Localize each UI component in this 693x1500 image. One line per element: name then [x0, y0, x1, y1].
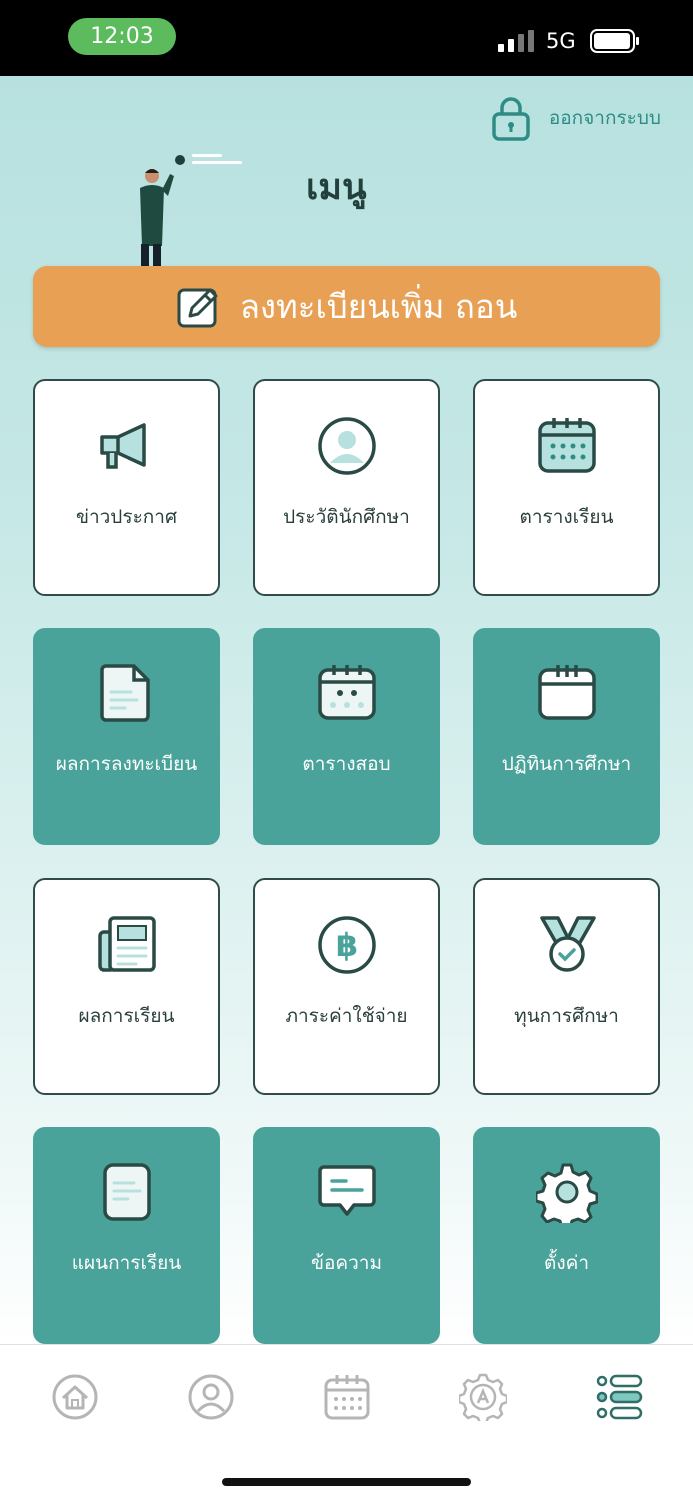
academic-calendar-icon [536, 662, 598, 724]
logout-button[interactable]: ออกจากระบบ [491, 94, 661, 142]
status-bar: 12:03 5G [0, 0, 693, 76]
tile-grades[interactable]: ผลการเรียน [33, 878, 220, 1095]
exam-calendar-icon [316, 662, 378, 724]
tile-messages[interactable]: ข้อความ [253, 1127, 440, 1344]
person-illustration [140, 154, 242, 266]
signal-icon [498, 30, 534, 52]
tile-study-plan[interactable]: แผนการเรียน [33, 1127, 220, 1344]
gear-icon [534, 1161, 598, 1230]
register-add-drop-button[interactable]: ลงทะเบียนเพิ่ม ถอน [33, 266, 660, 347]
nav-menu[interactable] [595, 1373, 643, 1421]
edit-icon [177, 288, 218, 327]
medal-icon [536, 914, 598, 976]
document-icon [96, 662, 158, 724]
tile-label: แผนการเรียน [71, 1252, 182, 1274]
menu-screen: ออกจากระบบ เมนู ลงทะเบียนเพิ่ม ถอน ข่าวป… [0, 76, 693, 1344]
newspaper-icon [96, 914, 158, 976]
tile-expenses[interactable]: ฿ ภาระค่าใช้จ่าย [253, 878, 440, 1095]
study-plan-icon [96, 1161, 158, 1223]
tile-label: ข้อความ [311, 1252, 382, 1274]
nav-calendar[interactable] [323, 1373, 371, 1421]
lock-icon [492, 97, 530, 141]
tile-label: ทุนการศึกษา [514, 1005, 619, 1027]
home-indicator [222, 1478, 471, 1486]
calendar-icon [536, 415, 598, 477]
tile-label: ตั้งค่า [544, 1252, 589, 1274]
tile-label: ปฏิทินการศึกษา [501, 753, 632, 775]
megaphone-icon [96, 415, 158, 477]
tile-label: ผลการเรียน [78, 1005, 175, 1027]
nav-grades[interactable] [457, 1373, 509, 1425]
tile-label: ผลการลงทะเบียน [55, 753, 198, 775]
profile-icon [188, 1374, 234, 1420]
tile-label: ตารางสอบ [302, 753, 391, 775]
page-title: เมนู [306, 167, 367, 208]
tile-announcements[interactable]: ข่าวประกาศ [33, 379, 220, 596]
tile-student-profile[interactable]: ประวัตินักศึกษา [253, 379, 440, 596]
tile-registration-results[interactable]: ผลการลงทะเบียน [33, 628, 220, 845]
tile-label: ประวัตินักศึกษา [283, 506, 410, 528]
tile-exam-schedule[interactable]: ตารางสอบ [253, 628, 440, 845]
nav-home[interactable] [51, 1373, 99, 1421]
tile-settings[interactable]: ตั้งค่า [473, 1127, 660, 1344]
tile-academic-calendar[interactable]: ปฏิทินการศึกษา [473, 628, 660, 845]
logout-label: ออกจากระบบ [548, 107, 661, 129]
nav-profile[interactable] [187, 1373, 235, 1421]
tile-label: ภาระค่าใช้จ่าย [285, 1005, 408, 1027]
baht-coin-icon: ฿ [316, 914, 378, 976]
tile-label: ตารางเรียน [519, 506, 614, 528]
home-icon [52, 1374, 98, 1420]
grade-badge-icon [457, 1373, 509, 1425]
message-icon [316, 1161, 378, 1223]
tile-scholarships[interactable]: ทุนการศึกษา [473, 878, 660, 1095]
menu-list-icon [596, 1374, 643, 1420]
register-label: ลงทะเบียนเพิ่ม ถอน [239, 287, 518, 326]
user-circle-icon [316, 415, 378, 477]
bottom-nav [0, 1344, 693, 1500]
tile-label: ข่าวประกาศ [75, 506, 178, 528]
network-label: 5G [546, 29, 576, 53]
svg-text:฿: ฿ [335, 926, 357, 964]
battery-icon [590, 29, 639, 53]
status-time: 12:03 [68, 18, 176, 55]
calendar-icon [324, 1375, 370, 1420]
tile-class-schedule[interactable]: ตารางเรียน [473, 379, 660, 596]
